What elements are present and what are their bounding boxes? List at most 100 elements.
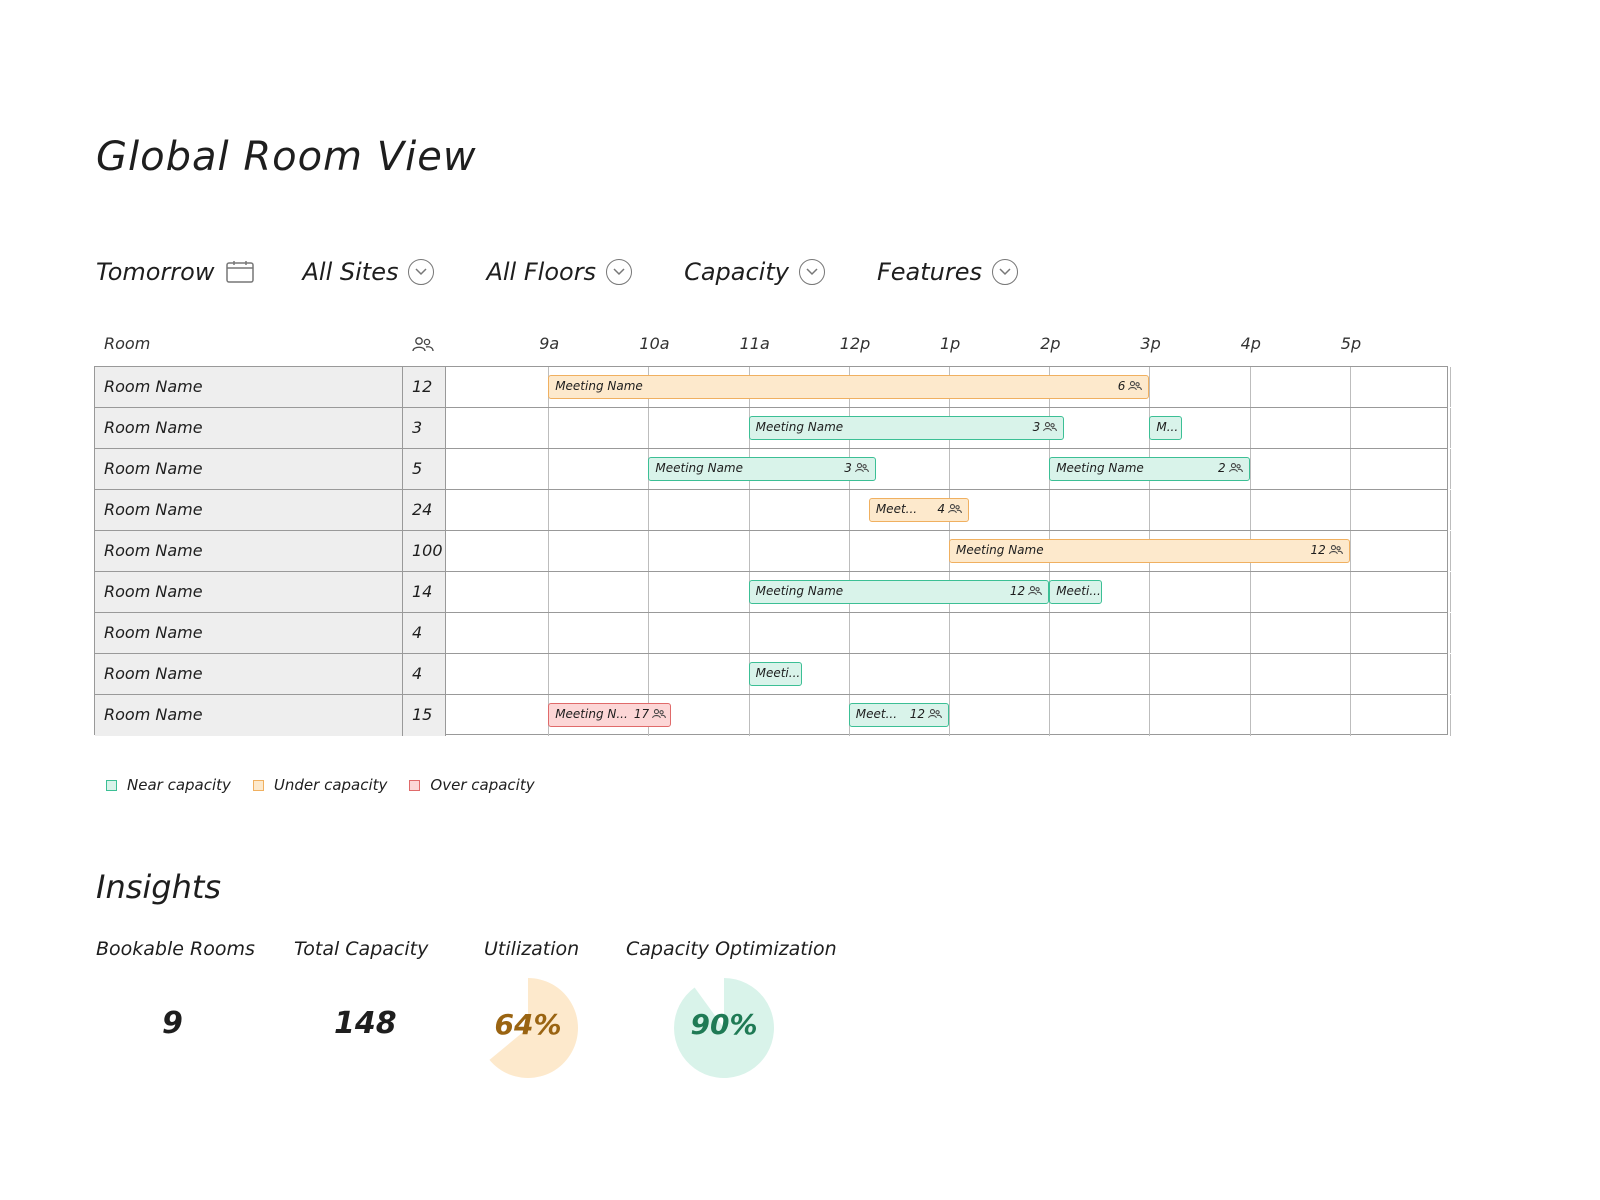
floors-filter[interactable]: All Floors [486, 258, 633, 286]
room-name[interactable]: Room Name [95, 408, 403, 448]
hour-gridline [1349, 572, 1351, 612]
date-filter[interactable]: Tomorrow [96, 258, 255, 286]
capacity-filter[interactable]: Capacity [684, 258, 825, 286]
hour-gridline [748, 695, 750, 736]
hour-gridline [548, 490, 550, 530]
total-capacity-value: 148 [334, 1006, 397, 1041]
attendee-count-value: 12 [1009, 584, 1026, 598]
meeting-block[interactable]: Meeti... [748, 662, 802, 686]
room-name[interactable]: Room Name [95, 654, 403, 694]
hour-gridline [1049, 654, 1051, 694]
hour-gridline [1149, 572, 1151, 612]
sites-filter-label: All Sites [302, 258, 399, 286]
room-name[interactable]: Room Name [95, 695, 403, 736]
hour-gridline [1049, 613, 1051, 653]
filter-bar: Tomorrow All Sites All Floors Capacity F… [96, 252, 1018, 292]
hour-gridline [1249, 695, 1251, 736]
room-name[interactable]: Room Name [95, 367, 403, 407]
meeting-block[interactable]: Meeting Name 6 [548, 375, 1150, 399]
hour-gridline [848, 654, 850, 694]
hour-gridline [949, 449, 950, 489]
hour-gridline [648, 531, 650, 571]
hour-label: 5p [1340, 334, 1362, 353]
hour-gridline [848, 613, 850, 653]
hour-gridline [1049, 490, 1051, 530]
meeting-attendee-count: 2 [1218, 458, 1243, 480]
meeting-name: M... [1156, 420, 1179, 434]
hour-gridline [1149, 490, 1151, 530]
hour-gridline [548, 572, 550, 612]
hour-gridline [848, 531, 850, 571]
hour-label: 1p [940, 334, 961, 353]
capacity-optimization-value: 90% [690, 1008, 758, 1041]
meeting-block[interactable]: Meeti... [1049, 580, 1103, 604]
people-icon [649, 707, 666, 721]
people-icon [1040, 420, 1058, 434]
meeting-attendee-count: 12 [1311, 540, 1343, 562]
meeting-block[interactable]: Meeting Name 12 [748, 580, 1050, 604]
attendee-count-value: 2 [1217, 461, 1226, 475]
meeting-block[interactable]: Meet... 4 [868, 498, 970, 522]
legend-near: Near capacity [106, 776, 231, 794]
room-name[interactable]: Room Name [95, 613, 403, 653]
hour-gridline [1450, 490, 1451, 530]
total-capacity-label: Total Capacity [294, 938, 429, 960]
room-row: Room Name 15 Meeting N... 17 Meet... 12 [95, 695, 1451, 736]
room-name[interactable]: Room Name [95, 449, 403, 489]
meeting-name: Meeting Name [655, 461, 743, 475]
room-column-header: Room [104, 334, 151, 353]
meeting-block[interactable]: Meeting Name 12 [949, 539, 1350, 563]
hour-gridline [648, 613, 650, 653]
over-capacity-swatch [409, 779, 421, 791]
room-row: Room Name 5 Meeting Name 3 Meeting Name 2 [95, 449, 1451, 490]
hour-gridline [648, 572, 650, 612]
insights-title: Insights [96, 868, 222, 906]
meeting-block[interactable]: M... [1149, 416, 1183, 440]
room-capacity: 3 [403, 408, 446, 448]
meeting-block[interactable]: Meeting Name 3 [748, 416, 1065, 440]
hour-gridline [848, 490, 850, 530]
meeting-attendee-count: 12 [1009, 581, 1043, 603]
date-filter-label: Tomorrow [96, 258, 215, 286]
chevron-down-icon [606, 259, 633, 285]
room-capacity: 24 [403, 490, 446, 530]
hour-gridline [1349, 695, 1351, 736]
hour-label: 12p [839, 334, 871, 353]
hour-gridline [1450, 695, 1451, 736]
meeting-block[interactable]: Meeting Name 3 [648, 457, 876, 481]
hour-gridline [949, 613, 950, 653]
hour-gridline [648, 408, 650, 448]
bookable-rooms-label: Bookable Rooms [96, 938, 255, 960]
hour-gridline [1349, 408, 1351, 448]
meeting-name: Meeting Name [555, 379, 643, 393]
hour-label: 4p [1240, 334, 1261, 353]
hour-label: 9a [539, 334, 560, 353]
hour-gridline [1149, 367, 1151, 407]
meeting-name: Meeting Name [755, 584, 844, 598]
legend-over-label: Over capacity [430, 776, 535, 794]
meeting-block[interactable]: Meeting Name 2 [1049, 457, 1250, 481]
people-icon [852, 461, 869, 475]
calendar-icon[interactable] [225, 260, 255, 284]
room-row: Room Name 100 Meeting Name 12 [95, 531, 1451, 572]
hour-gridline [648, 654, 650, 694]
features-filter[interactable]: Features [877, 258, 1018, 286]
hour-label: 11a [739, 334, 770, 353]
hour-gridline [1450, 367, 1451, 407]
people-icon [1226, 461, 1243, 475]
hour-gridline [1049, 695, 1051, 736]
utilization-label: Utilization [484, 938, 580, 960]
room-name[interactable]: Room Name [95, 572, 403, 612]
meeting-block[interactable]: Meeting N... 17 [548, 703, 672, 727]
room-capacity: 4 [403, 654, 446, 694]
room-name[interactable]: Room Name [95, 531, 403, 571]
room-name[interactable]: Room Name [95, 490, 403, 530]
hour-gridline [1249, 449, 1251, 489]
sites-filter[interactable]: All Sites [303, 258, 435, 286]
hour-gridline [1249, 408, 1251, 448]
hour-gridline [1249, 367, 1251, 407]
hour-gridline [548, 449, 550, 489]
bookable-rooms-value: 9 [162, 1006, 183, 1041]
meeting-block[interactable]: Meet... 12 [848, 703, 949, 727]
capacity-filter-label: Capacity [684, 258, 789, 286]
